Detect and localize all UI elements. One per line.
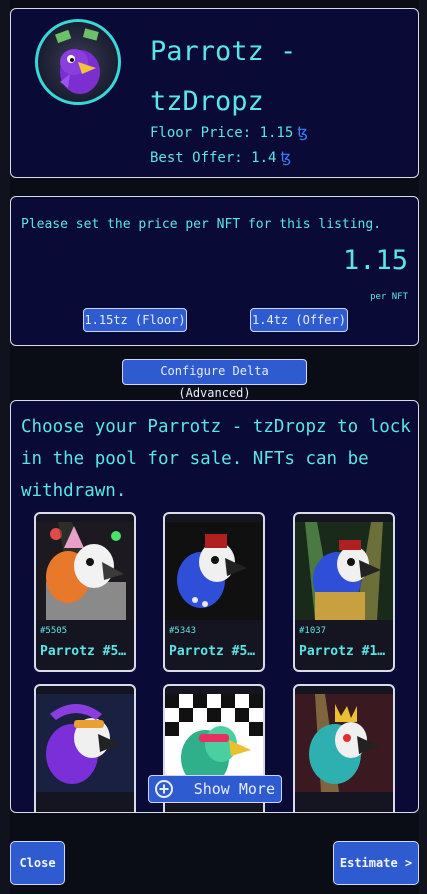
nft-image <box>36 694 134 792</box>
best-offer-label: Best Offer: 1.4 <box>150 150 277 166</box>
offer-price-button[interactable]: 1.4tz (Offer) <box>250 308 348 332</box>
floor-price-button[interactable]: 1.15tz (Floor) <box>83 308 187 332</box>
per-nft-label: per NFT <box>370 292 408 302</box>
configure-delta-button[interactable]: Configure Delta (Advanced) <box>122 359 307 400</box>
nft-name: Parrotz #1037 <box>299 644 391 659</box>
nft-image <box>165 522 263 620</box>
nft-instruction: Choose your Parrotz - tzDropz to lock in… <box>21 417 411 501</box>
plus-circle-icon <box>155 780 173 798</box>
price-prompt: Please set the price per NFT for this li… <box>21 217 382 232</box>
floor-price-label: Floor Price: 1.15 <box>150 125 294 141</box>
nft-name: Parrotz #5343 <box>169 644 261 659</box>
close-button[interactable]: Close <box>10 841 65 885</box>
background-strip-left <box>0 0 10 894</box>
price-panel: Please set the price per NFT for this li… <box>10 196 419 346</box>
nft-image <box>295 694 393 792</box>
background-strip-right <box>419 0 427 894</box>
nft-card[interactable] <box>34 684 136 812</box>
nft-number: #5343 <box>169 626 197 636</box>
nft-card[interactable]: #1037 Parrotz #1037 <box>293 512 395 672</box>
nft-number: #5505 <box>40 626 68 636</box>
estimate-button[interactable]: Estimate > <box>333 841 419 885</box>
collection-avatar <box>35 19 121 105</box>
nft-image <box>295 522 393 620</box>
collection-header: Parrotz - tzDropz Floor Price: 1.15 ꜩ Bes… <box>10 8 419 178</box>
nft-card[interactable]: #5343 Parrotz #5343 <box>163 512 265 672</box>
parrot-avatar-icon <box>55 28 100 94</box>
nft-card[interactable] <box>293 684 395 812</box>
nft-name: Parrotz #5505 <box>40 644 132 659</box>
nft-number: #1037 <box>299 626 327 636</box>
best-offer: Best Offer: 1.4 ꜩ <box>150 148 291 166</box>
floor-price: Floor Price: 1.15 ꜩ <box>150 123 308 141</box>
show-more-button[interactable]: Show More <box>148 775 282 803</box>
nft-selection-panel: Choose your Parrotz - tzDropz to lock in… <box>10 400 419 813</box>
nft-image <box>36 522 134 620</box>
tezos-icon: ꜩ <box>280 148 292 166</box>
nft-card[interactable]: #5505 Parrotz #5505 <box>34 512 136 672</box>
tezos-icon: ꜩ <box>297 123 308 141</box>
show-more-label: Show More <box>193 780 275 798</box>
price-input[interactable] <box>208 245 408 276</box>
collection-title: Parrotz - tzDropz <box>150 36 297 117</box>
